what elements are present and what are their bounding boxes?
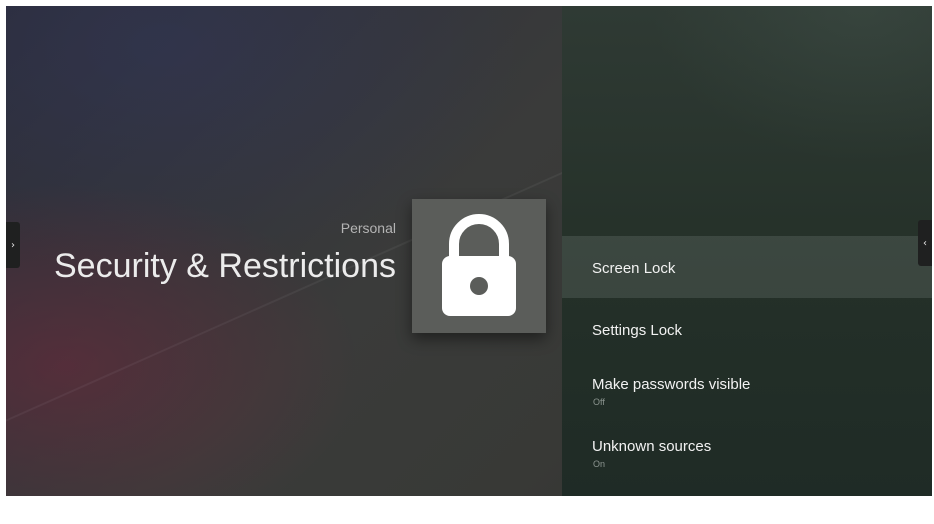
menu-item-unknown-sources[interactable]: Unknown sources On	[562, 422, 932, 484]
menu-item-label: Make passwords visible	[592, 376, 751, 393]
menu-item-status: Off	[593, 397, 605, 407]
menu-item-label: Screen Lock	[592, 260, 676, 277]
nav-right-tab[interactable]: ‹	[918, 220, 932, 266]
page-title: Security & Restrictions	[54, 247, 396, 285]
menu-item-label: Settings Lock	[592, 322, 683, 339]
menu-item-settings-lock[interactable]: Settings Lock	[562, 298, 932, 360]
lock-icon	[442, 214, 516, 316]
menu-item-label: Unknown sources	[592, 438, 712, 455]
menu-item-make-passwords-visible[interactable]: Make passwords visible Off	[562, 360, 932, 422]
menu-item-status: On	[593, 459, 606, 469]
section-icon-tile	[412, 199, 546, 333]
menu-item-screen-lock[interactable]: Screen Lock	[562, 236, 932, 298]
chevron-left-icon: ‹	[923, 237, 927, 249]
settings-screen: › Personal Security & Restrictions Scree…	[6, 6, 932, 496]
section-category: Personal	[340, 220, 396, 236]
nav-left-tab[interactable]: ›	[6, 222, 20, 268]
options-list: Screen Lock Settings Lock Make passwords…	[562, 236, 932, 484]
chevron-right-icon: ›	[11, 239, 15, 251]
